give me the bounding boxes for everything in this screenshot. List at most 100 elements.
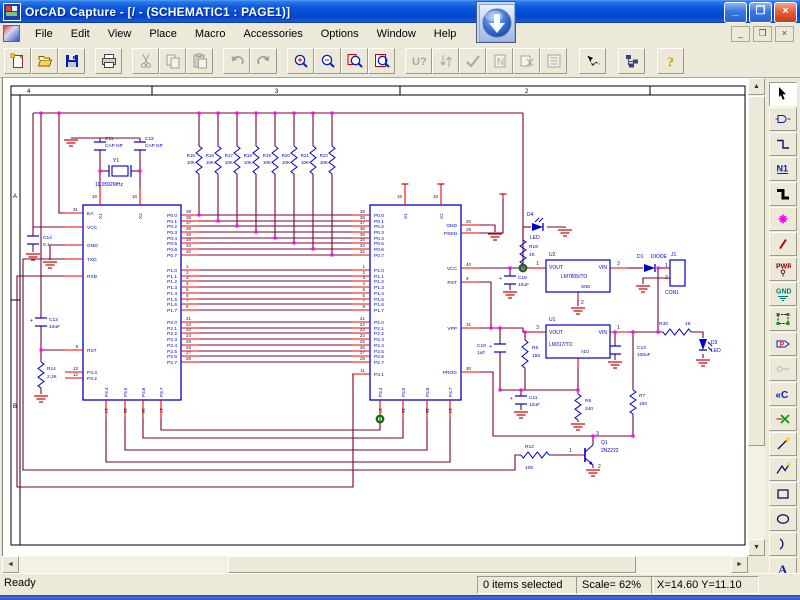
resistor-R7[interactable]: R7150	[630, 390, 647, 414]
capacitor-C13[interactable]: +C1310uF	[30, 317, 60, 330]
zoom-in-button[interactable]	[287, 48, 314, 74]
resistor-R5[interactable]: R5150	[522, 340, 540, 368]
resistor-R30[interactable]: R301K	[659, 321, 692, 335]
bom-icon	[546, 53, 562, 69]
zoom-out-button[interactable]	[314, 48, 341, 74]
capacitor-C19[interactable]: +C1910uF	[499, 275, 529, 288]
tool-palette: N1PWRGNDP«CA	[766, 78, 800, 573]
led[interactable]	[532, 218, 543, 231]
vertical-scrollbar[interactable]: ▲ ▼	[748, 78, 765, 556]
taskbar-edge	[0, 595, 800, 600]
vcc-symbols[interactable]	[402, 184, 507, 199]
svg-text:D1: D1	[637, 254, 644, 260]
svg-text:32: 32	[186, 249, 192, 254]
schematic[interactable]: 432ABR1510KR1610KR1710KR1810KR1910KR2010…	[3, 78, 749, 556]
mdi-close-button[interactable]: ×	[775, 26, 794, 42]
place-power-button[interactable]: PWR	[769, 257, 797, 281]
ground-symbols[interactable]	[26, 140, 710, 476]
netalias-icon: N1	[775, 161, 791, 177]
socket-ic[interactable]: 11P3.139P0.038P0.137P0.236P0.335P0.434P0…	[352, 188, 479, 418]
diode[interactable]	[644, 264, 655, 272]
svg-text:P: P	[780, 342, 785, 349]
svg-text:24: 24	[360, 333, 366, 338]
place-polyline-button[interactable]	[769, 457, 797, 481]
mdi-restore-button[interactable]: ❐	[753, 26, 772, 42]
place-net-alias-button[interactable]: N1	[769, 157, 797, 181]
close-button[interactable]: ×	[774, 2, 797, 23]
place-ground-button[interactable]: GND	[769, 282, 797, 306]
download-overlay-icon[interactable]	[476, 1, 516, 43]
print-button[interactable]	[95, 48, 122, 74]
capacitor-C13[interactable]: +C13100uF	[604, 345, 651, 358]
horizontal-scrollbar[interactable]: ◄ ►	[2, 556, 748, 573]
zoom-area-button[interactable]	[341, 48, 368, 74]
place-arc-button[interactable]	[769, 532, 797, 556]
place-hierarchical-block-button[interactable]	[769, 307, 797, 331]
scroll-left-arrow[interactable]: ◄	[2, 556, 19, 573]
minimize-button[interactable]: _	[724, 2, 747, 23]
svg-text:P2.0: P2.0	[167, 320, 177, 326]
scroll-up-arrow[interactable]: ▲	[748, 78, 765, 95]
svg-text:39: 39	[186, 209, 192, 214]
mcu-ic[interactable]: 31EAVCCGNDTXDRXD9RST13P3.312P3.239P0.038…	[65, 188, 199, 418]
scroll-right-arrow[interactable]: ►	[731, 556, 748, 573]
pullup-resistor-bank[interactable]: R1510KR1610KR1710KR1810KR1910KR2010KR211…	[187, 113, 335, 255]
crystal-Y1[interactable]	[109, 165, 131, 177]
capacitor-C14[interactable]: C140.1	[27, 235, 52, 248]
menu-accessories[interactable]: Accessories	[234, 25, 311, 43]
capacitor-C11[interactable]: +C1110uF	[510, 395, 540, 408]
resistor-R12[interactable]: R1210K	[521, 444, 549, 471]
menu-edit[interactable]: Edit	[62, 25, 99, 43]
open-button[interactable]	[31, 48, 58, 74]
menu-file[interactable]: File	[26, 25, 62, 43]
snap-to-grid-button[interactable]	[579, 48, 606, 74]
schematic-canvas[interactable]: 432ABR1510KR1610KR1710KR1810KR1910KR2010…	[2, 78, 748, 556]
resistor-R6[interactable]: R6240	[575, 394, 593, 420]
hierarchy-button[interactable]	[618, 48, 645, 74]
svg-text:11: 11	[360, 368, 365, 373]
place-line-button[interactable]	[769, 432, 797, 456]
svg-text:P1.3: P1.3	[374, 285, 384, 291]
resistor-R14[interactable]: R142.2K	[38, 362, 58, 388]
menu-window[interactable]: Window	[368, 25, 425, 43]
place-bus-button[interactable]	[769, 182, 797, 206]
zoom-all-button[interactable]	[368, 48, 395, 74]
svg-text:VIN: VIN	[599, 330, 608, 336]
place-off-page-connector-button[interactable]: «C	[769, 382, 797, 406]
status-bar: Ready 0 items selected Scale= 62% X=14.6…	[0, 573, 800, 596]
place-wire-button[interactable]	[769, 132, 797, 156]
capacitor-C10[interactable]: +C101uF	[477, 343, 506, 356]
select-tool-button[interactable]	[769, 82, 797, 106]
place-bus-entry-button[interactable]	[769, 232, 797, 256]
svg-text:40: 40	[466, 262, 472, 267]
menu-view[interactable]: View	[99, 25, 141, 43]
wire-icon	[775, 136, 791, 152]
place-rectangle-button[interactable]	[769, 482, 797, 506]
menu-place[interactable]: Place	[140, 25, 186, 43]
horizontal-scroll-thumb[interactable]	[228, 556, 636, 573]
place-no-connect-button[interactable]	[769, 407, 797, 431]
menu-help[interactable]: Help	[425, 25, 466, 43]
place-ellipse-button[interactable]	[769, 507, 797, 531]
mdi-minimize-button[interactable]: _	[731, 26, 750, 42]
place-junction-button[interactable]	[769, 207, 797, 231]
new-button[interactable]	[4, 48, 31, 74]
svg-text:R22: R22	[320, 153, 329, 158]
help-button[interactable]: ?	[657, 48, 684, 74]
place-part-button[interactable]	[769, 107, 797, 131]
svg-text:R20: R20	[282, 153, 291, 158]
svg-text:P0.7: P0.7	[374, 253, 384, 259]
svg-text:P3.7: P3.7	[448, 387, 453, 397]
menu-macro[interactable]: Macro	[186, 25, 235, 43]
restore-button[interactable]: ❐	[749, 2, 772, 23]
menu-options[interactable]: Options	[312, 25, 368, 43]
place-port-button[interactable]: P	[769, 332, 797, 356]
svg-text:2N2222: 2N2222	[601, 448, 619, 454]
save-button[interactable]	[58, 48, 85, 74]
svg-text:P0.3: P0.3	[374, 230, 384, 236]
vertical-scroll-thumb[interactable]	[748, 96, 765, 446]
scroll-down-arrow[interactable]: ▼	[748, 539, 765, 556]
transistor-Q1[interactable]	[585, 445, 593, 465]
svg-text:P1.2: P1.2	[374, 279, 384, 285]
wires[interactable]	[17, 113, 703, 487]
